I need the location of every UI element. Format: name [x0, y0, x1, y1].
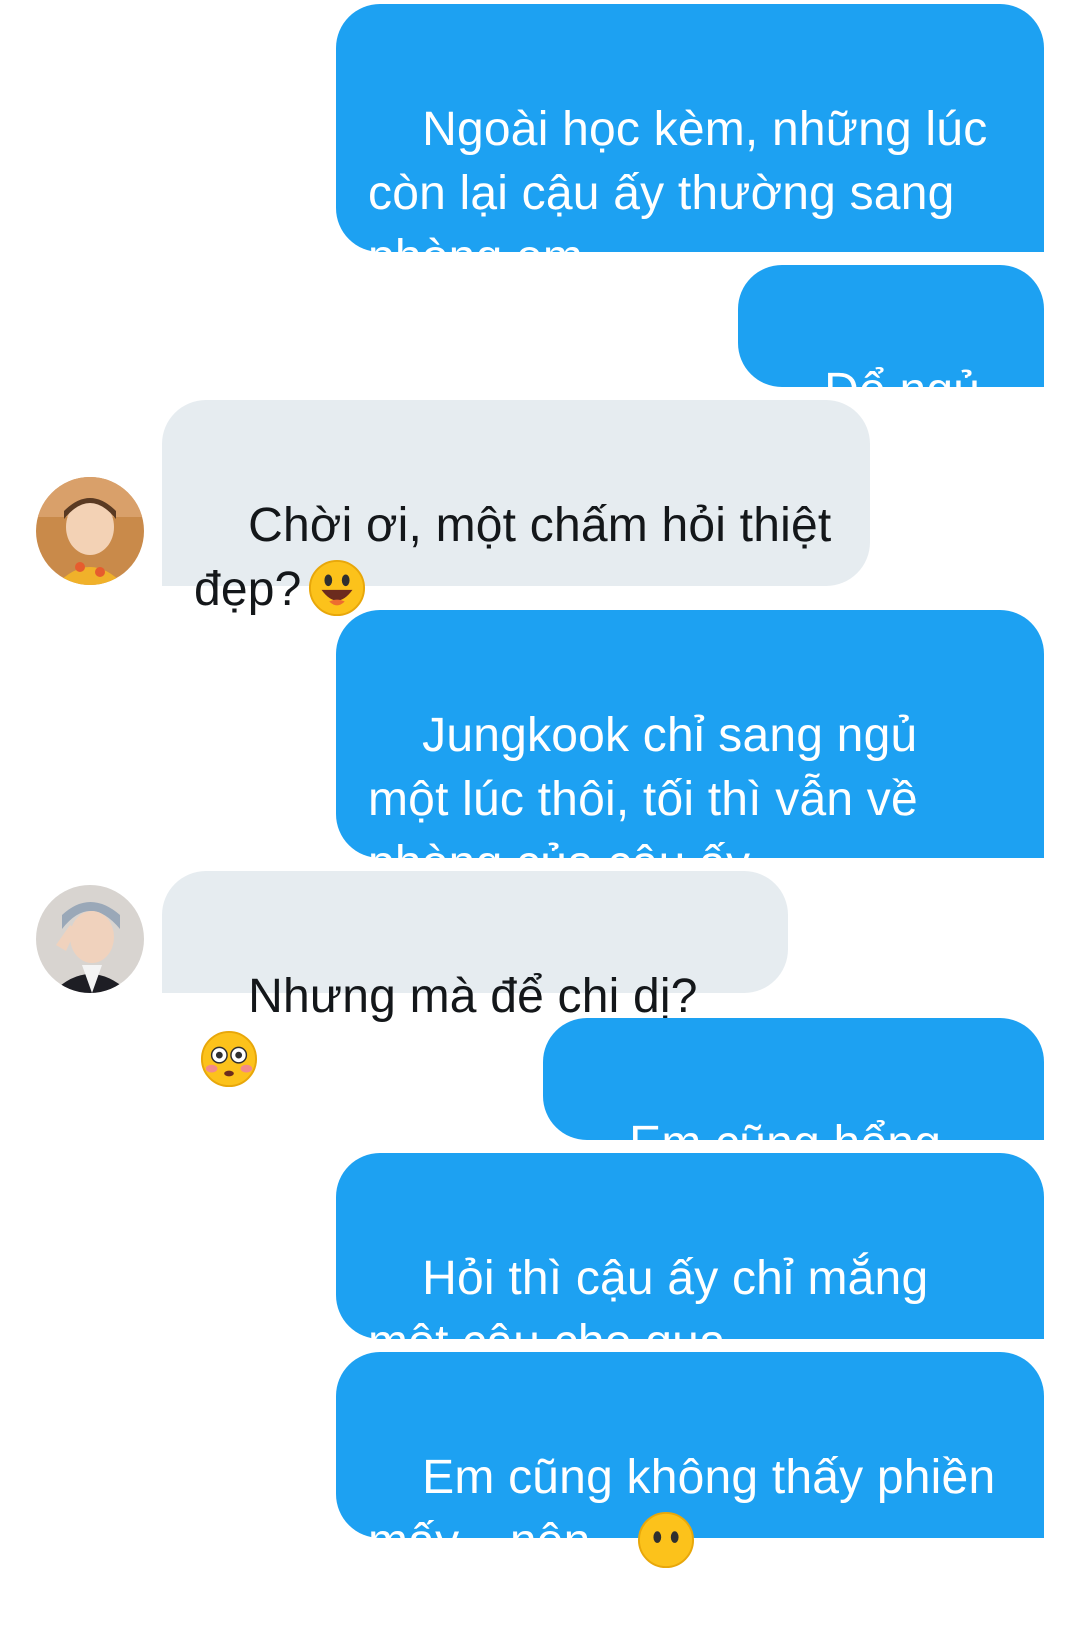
- outgoing-message[interactable]: Hỏi thì cậu ấy chỉ mắng một câu cho qua: [336, 1153, 1044, 1369]
- flushed-emoji-icon: [200, 1030, 258, 1088]
- message-text: Jungkook chỉ sang ngủ một lúc thôi, tối …: [368, 709, 918, 890]
- outgoing-message[interactable]: Ngoài học kèm, những lúc còn lại cậu ấy …: [336, 4, 1044, 284]
- incoming-message[interactable]: Nhưng mà để chi dị?: [162, 871, 788, 1088]
- message-thread: Ngoài học kèm, những lúc còn lại cậu ấy …: [0, 0, 1080, 1569]
- outgoing-message[interactable]: Để ngủ: [738, 265, 1044, 482]
- outgoing-message[interactable]: Em cũng không thấy phiền mấy... nên...: [336, 1352, 1044, 1569]
- outgoing-message[interactable]: Jungkook chỉ sang ngủ một lúc thôi, tối …: [336, 610, 1044, 890]
- no-mouth-emoji-icon: [637, 1511, 695, 1569]
- incoming-message[interactable]: Chời ơi, một chấm hỏi thiệt đẹp?: [162, 400, 870, 617]
- message-text: Nhưng mà để chi dị?: [248, 970, 698, 1023]
- message-text: Chời ơi, một chấm hỏi thiệt đẹp?: [194, 499, 832, 616]
- avatar-icon[interactable]: [36, 477, 144, 585]
- message-text: Ngoài học kèm, những lúc còn lại cậu ấy …: [368, 103, 988, 284]
- outgoing-message[interactable]: Em cũng hổng biết: [543, 1018, 1044, 1234]
- avatar-icon[interactable]: [36, 885, 144, 993]
- smiley-emoji-icon: [308, 559, 366, 617]
